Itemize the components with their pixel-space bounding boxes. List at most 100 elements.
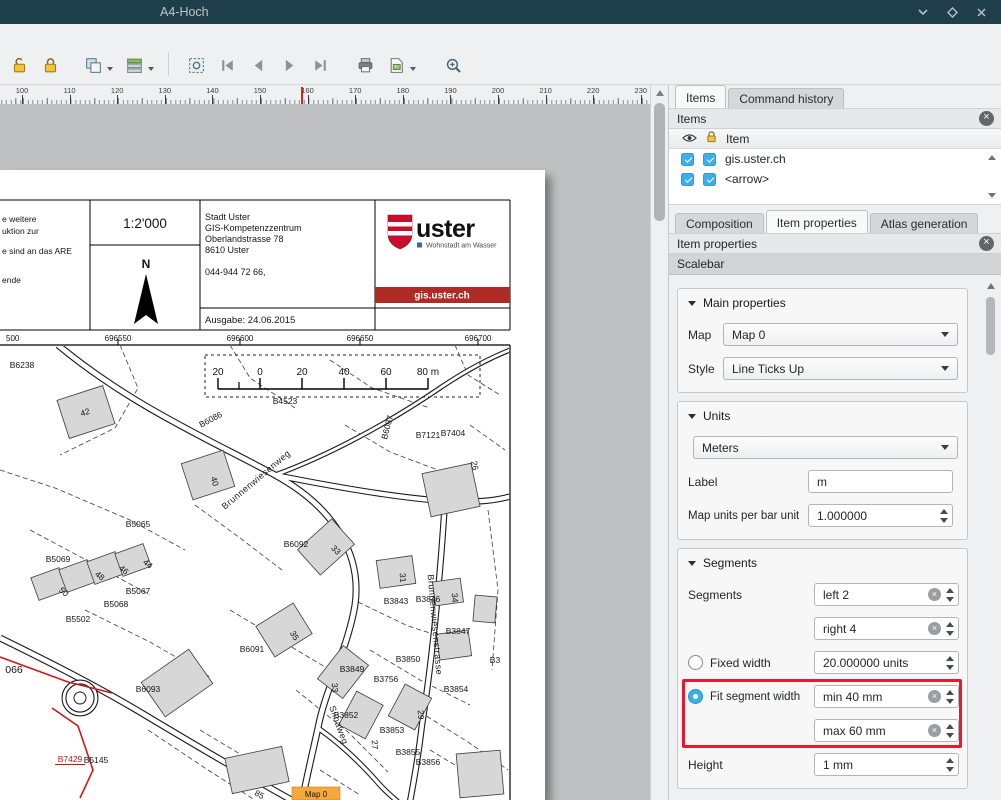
svg-text:B6238: B6238 — [10, 360, 35, 370]
segments-right-spinbox[interactable]: right 4 × — [814, 617, 959, 640]
ruler-major-tick — [70, 95, 71, 104]
zoom-tool-icon[interactable] — [440, 50, 467, 77]
map-combobox[interactable]: Map 0 — [723, 323, 958, 346]
ruler-number: 230 — [635, 86, 648, 95]
tree-scroll-up-icon[interactable] — [988, 155, 996, 160]
spinner-arrows[interactable] — [946, 724, 954, 738]
svg-text:B5067: B5067 — [126, 586, 151, 596]
maximize-icon[interactable] — [947, 7, 958, 18]
fixed-width-label: Fixed width — [710, 656, 771, 670]
page-map[interactable]: BrunnenwiesenwegBrunnenwiesenstrasseSilb… — [0, 170, 545, 800]
close-icon[interactable]: × — [979, 111, 994, 126]
unlock-icon[interactable] — [6, 50, 33, 77]
main-toolbar — [0, 24, 1001, 85]
chevron-down-icon — [410, 67, 416, 71]
clear-icon[interactable]: × — [928, 690, 941, 703]
items-panel-header: Items × — [669, 108, 1001, 129]
clear-icon[interactable]: × — [928, 588, 941, 601]
collapse-arrow-icon — [688, 561, 696, 566]
group-units-title[interactable]: Units — [688, 409, 958, 423]
segments-right-row: right 4 × — [688, 617, 958, 640]
duplicate-icon[interactable] — [80, 50, 107, 77]
segments-left-spinbox[interactable]: left 2 × — [814, 583, 959, 606]
ruler-number: 160 — [301, 86, 314, 95]
ruler-major-tick — [403, 95, 404, 104]
scrollbar-handle[interactable] — [654, 103, 665, 221]
label-row: Label m — [688, 470, 958, 493]
chevron-down-icon[interactable] — [917, 8, 929, 16]
clear-icon[interactable]: × — [928, 622, 941, 635]
first-item-icon[interactable] — [214, 50, 241, 77]
spinner-arrows[interactable] — [940, 509, 948, 523]
fixed-width-radio[interactable] — [688, 655, 703, 670]
close-icon[interactable]: × — [979, 236, 994, 251]
panel-mid-tabs: Composition Item properties Atlas genera… — [669, 210, 1001, 233]
units-combobox[interactable]: Meters — [693, 436, 958, 459]
spinner-arrows[interactable] — [946, 588, 954, 602]
group-segments-title[interactable]: Segments — [688, 556, 958, 570]
svg-text:B7404: B7404 — [441, 428, 466, 438]
height-spinbox[interactable]: 1 mm — [814, 753, 959, 776]
fixed-width-spinbox[interactable]: 20.000000 units — [814, 651, 959, 674]
composition-page[interactable]: BrunnenwiesenwegBrunnenwiesenstrasseSilb… — [0, 170, 545, 800]
previous-item-icon[interactable] — [245, 50, 272, 77]
min-width-spinbox[interactable]: min 40 mm × — [814, 685, 959, 708]
svg-text:20: 20 — [212, 367, 224, 378]
items-tree-header: Item — [669, 129, 1001, 149]
tab-atlas-generation[interactable]: Atlas generation — [870, 213, 979, 233]
tab-items[interactable]: Items — [675, 85, 726, 108]
svg-text:GIS-Kompetenzzentrum: GIS-Kompetenzzentrum — [205, 223, 302, 233]
fit-segment-width-radio[interactable] — [688, 689, 703, 704]
style-combobox[interactable]: Line Ticks Up — [723, 357, 958, 380]
svg-text:B3756: B3756 — [374, 674, 399, 684]
ruler-number: 220 — [587, 86, 600, 95]
ruler-major-tick — [260, 95, 261, 104]
align-items-icon[interactable] — [121, 50, 148, 77]
scrollbar-handle[interactable] — [986, 297, 995, 355]
tab-item-properties[interactable]: Item properties — [766, 210, 868, 233]
close-icon[interactable] — [976, 7, 987, 18]
last-item-icon[interactable] — [307, 50, 334, 77]
tab-composition[interactable]: Composition — [675, 213, 764, 233]
visibility-checkbox[interactable] — [681, 153, 694, 166]
map-units-per-bar-unit-spinbox[interactable]: 1.000000 — [808, 504, 953, 527]
export-image-icon[interactable] — [383, 50, 410, 77]
lock-checkbox[interactable] — [703, 153, 716, 166]
clear-icon[interactable]: × — [928, 724, 941, 737]
tree-scroll-down-icon[interactable] — [988, 193, 996, 198]
next-item-icon[interactable] — [276, 50, 303, 77]
svg-text:B4523: B4523 — [273, 396, 298, 406]
svg-text:B5069: B5069 — [46, 554, 71, 564]
svg-text:Ausgabe: 24.06.2015: Ausgabe: 24.06.2015 — [205, 315, 295, 326]
composition-canvas[interactable]: BrunnenwiesenwegBrunnenwiesenstrasseSilb… — [0, 105, 650, 800]
item-row[interactable]: gis.uster.ch — [669, 149, 1001, 169]
tab-command-history[interactable]: Command history — [728, 88, 844, 108]
collapse-arrow-icon — [688, 414, 696, 419]
properties-scrollbar[interactable] — [985, 281, 997, 481]
max-width-spinbox[interactable]: max 60 mm × — [814, 719, 959, 742]
map-label: Map — [688, 328, 723, 342]
item-row[interactable]: <arrow> — [669, 169, 1001, 189]
scroll-up-icon[interactable] — [987, 283, 995, 289]
lock-checkbox[interactable] — [703, 173, 716, 186]
canvas-vertical-scrollbar[interactable] — [650, 85, 668, 800]
spinner-arrows[interactable] — [946, 656, 954, 670]
unit-label-input[interactable]: m — [808, 470, 953, 493]
svg-text:B5065: B5065 — [126, 519, 151, 529]
visibility-checkbox[interactable] — [681, 173, 694, 186]
group-main-title[interactable]: Main properties — [688, 296, 958, 310]
units-row: Meters — [688, 436, 958, 459]
workspace: 1001101201301401501601701801902002102202… — [0, 85, 1001, 800]
right-panel: Items Command history Items × Item gis.u… — [668, 85, 1001, 800]
print-icon[interactable] — [352, 50, 379, 77]
scroll-up-icon[interactable] — [656, 90, 664, 96]
svg-text:uktion zur: uktion zur — [2, 226, 39, 236]
spinner-arrows[interactable] — [946, 622, 954, 636]
zoom-full-icon[interactable] — [183, 50, 210, 77]
svg-text:B3846: B3846 — [416, 594, 441, 604]
fixed-width-row: Fixed width 20.000000 units — [688, 651, 958, 674]
spinner-arrows[interactable] — [946, 690, 954, 704]
svg-text:B6091: B6091 — [240, 644, 265, 654]
spinner-arrows[interactable] — [946, 758, 954, 772]
lock-icon[interactable] — [37, 50, 64, 77]
